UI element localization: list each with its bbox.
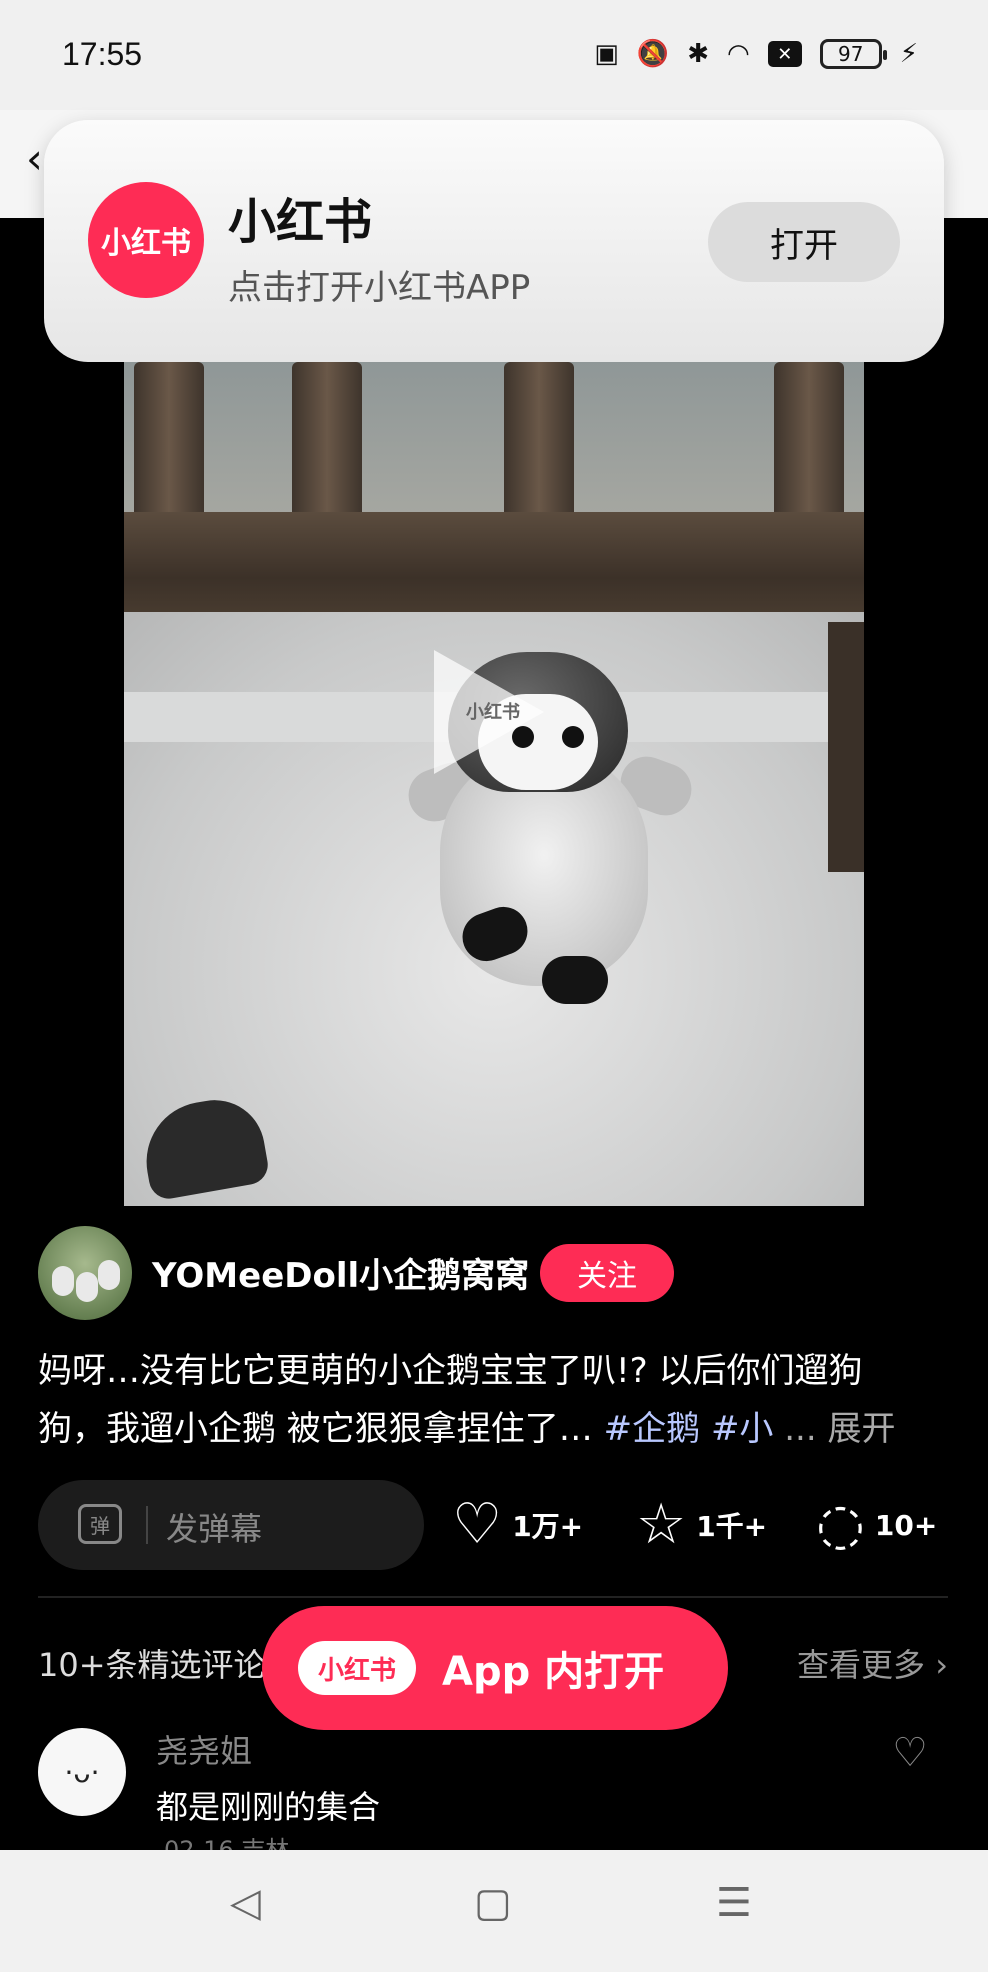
popup-title: 小红书 bbox=[228, 194, 373, 250]
charging-icon: ⚡ bbox=[899, 39, 918, 69]
open-app-popup: 小红书 小红书 点击打开小红书APP 打开 bbox=[44, 120, 944, 362]
author-name[interactable]: YOMeeDoll小企鹅窝窝 bbox=[152, 1248, 529, 1297]
mute-icon: 🔕 bbox=[636, 39, 670, 69]
battery-level: 97 bbox=[838, 42, 864, 66]
author-avatar[interactable] bbox=[38, 1226, 132, 1320]
expand-link[interactable]: ... 展开 bbox=[784, 1409, 895, 1449]
menu-lines-icon[interactable]: ☰ bbox=[716, 1880, 752, 1926]
open-in-app-button[interactable]: 小红书 App 内打开 bbox=[262, 1606, 728, 1730]
avatar-figure bbox=[52, 1266, 74, 1296]
fence-post bbox=[134, 362, 204, 532]
app-root: 17:55 ▣ 🔕 ✱ ◠ ✕ 97 ⚡ ‹ 小红书 小红书 点击打开小红书AP… bbox=[0, 0, 988, 1972]
fence-post bbox=[292, 362, 362, 532]
danmu-icon: 弹 bbox=[78, 1504, 122, 1544]
chevron-right-icon: › bbox=[935, 1646, 948, 1684]
penguin-foot bbox=[542, 956, 608, 1004]
status-icons: ▣ 🔕 ✱ ◠ ✕ 97 ⚡ bbox=[594, 34, 918, 74]
comment-text: 都是刚刚的集合 bbox=[156, 1788, 381, 1826]
fence-post bbox=[504, 362, 574, 532]
danmu-input[interactable]: 弹 发弹幕 bbox=[38, 1480, 424, 1570]
status-time: 17:55 bbox=[62, 36, 143, 72]
comment-like-icon[interactable]: ♡ bbox=[892, 1730, 928, 1776]
description-line-2: 狗，我遛小企鹅 被它狠狠拿捏住了… #企鹅 #小 ... 展开 bbox=[38, 1400, 958, 1458]
battery-icon: 97 bbox=[819, 39, 887, 69]
commenter-name[interactable]: 尧尧姐 bbox=[156, 1726, 252, 1772]
star-icon: ☆ bbox=[636, 1492, 687, 1557]
like-button[interactable]: ♡ 1万+ bbox=[452, 1490, 583, 1560]
app-logo: 小红书 bbox=[88, 182, 204, 298]
system-nav-bar: ◁ ▢ ☰ bbox=[0, 1850, 988, 1972]
collect-count: 1千+ bbox=[696, 1510, 768, 1543]
comment-button[interactable]: ◌ 10+ bbox=[816, 1490, 937, 1560]
like-count: 1万+ bbox=[512, 1510, 584, 1543]
collect-button[interactable]: ☆ 1千+ bbox=[636, 1490, 767, 1560]
post-description: 妈呀…没有比它更萌的小企鹅宝宝了叭!? 以后你们遛狗 狗，我遛小企鹅 被它狠狠拿… bbox=[38, 1342, 958, 1458]
wifi-icon: ◠ bbox=[727, 39, 750, 69]
fence-post bbox=[828, 622, 864, 872]
avatar-figure bbox=[98, 1260, 120, 1290]
video-player[interactable] bbox=[124, 362, 864, 1206]
status-bar: 17:55 ▣ 🔕 ✱ ◠ ✕ 97 ⚡ bbox=[0, 0, 988, 110]
see-more-link[interactable]: 查看更多 › bbox=[797, 1640, 948, 1686]
commenter-avatar[interactable]: ·ᴗ· bbox=[38, 1728, 126, 1816]
see-more-label: 查看更多 bbox=[797, 1646, 926, 1684]
avatar-figure bbox=[76, 1272, 98, 1302]
follow-button[interactable]: 关注 bbox=[540, 1244, 674, 1302]
penguin-eye bbox=[562, 726, 584, 748]
description-line: 妈呀…没有比它更萌的小企鹅宝宝了叭!? 以后你们遛狗 bbox=[38, 1351, 863, 1391]
play-overlay-label: 小红书 bbox=[466, 702, 520, 723]
fence-rail bbox=[124, 512, 864, 622]
back-triangle-icon[interactable]: ◁ bbox=[230, 1880, 261, 1926]
hashtag-link[interactable]: #企鹅 bbox=[604, 1409, 701, 1449]
description-text: 狗，我遛小企鹅 被它狠狠拿捏住了… bbox=[38, 1409, 593, 1449]
comment-count: 10+ bbox=[874, 1508, 938, 1542]
divider bbox=[146, 1506, 148, 1544]
fence-post bbox=[774, 362, 844, 532]
comment-bubble-icon: ◌ bbox=[816, 1492, 865, 1557]
section-divider bbox=[38, 1596, 948, 1598]
home-square-icon[interactable]: ▢ bbox=[474, 1880, 512, 1926]
open-in-app-label: App 内打开 bbox=[442, 1649, 665, 1695]
bluetooth-icon: ✱ bbox=[687, 39, 710, 69]
hashtag-link[interactable]: #小 bbox=[711, 1409, 774, 1449]
nfc-icon: ▣ bbox=[594, 39, 619, 69]
x-box-icon: ✕ bbox=[767, 41, 802, 67]
back-chevron-icon[interactable]: ‹ bbox=[26, 134, 43, 183]
danmu-placeholder: 发弹幕 bbox=[166, 1510, 263, 1548]
popup-open-button[interactable]: 打开 bbox=[708, 202, 900, 282]
comments-header: 10+条精选评论 bbox=[38, 1646, 266, 1684]
popup-subtitle: 点击打开小红书APP bbox=[228, 268, 531, 308]
heart-icon: ♡ bbox=[452, 1492, 503, 1557]
app-logo-pill: 小红书 bbox=[298, 1641, 416, 1695]
